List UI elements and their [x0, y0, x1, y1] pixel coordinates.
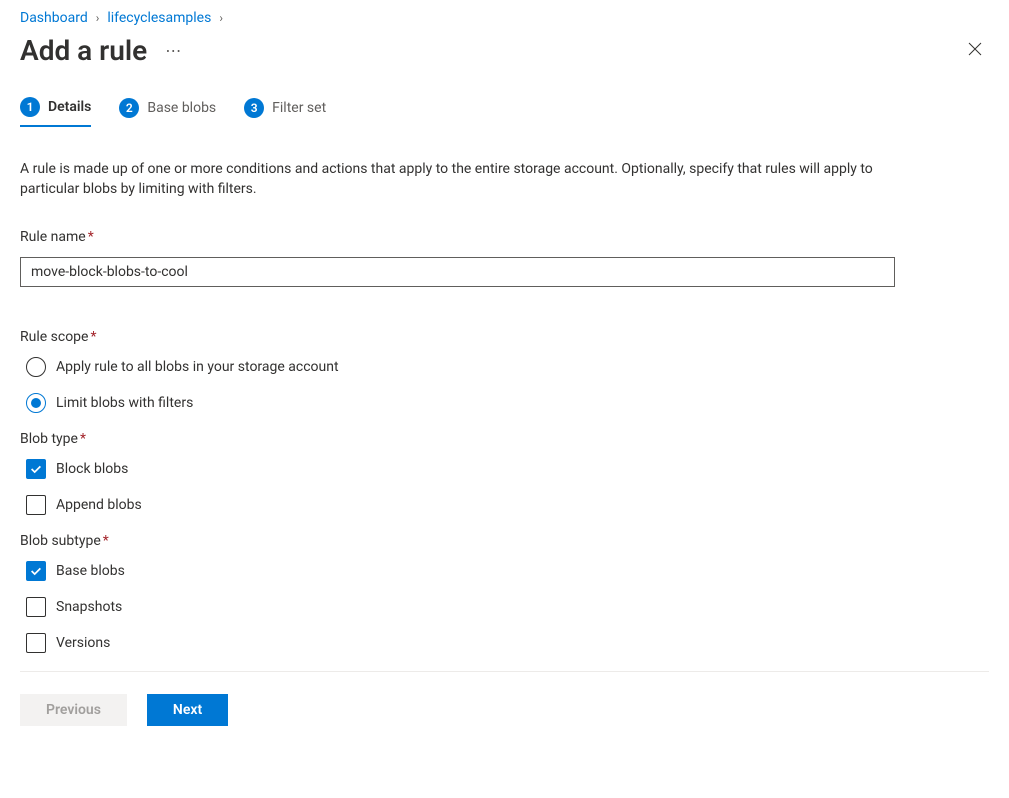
close-button[interactable]	[961, 35, 989, 67]
step-filter-set[interactable]: 3 Filter set	[244, 98, 326, 126]
rule-scope-option-all[interactable]: Apply rule to all blobs in your storage …	[26, 357, 989, 377]
radio-icon	[26, 357, 46, 377]
blob-subtype-group: Blob subtype* Base blobs Snapshots Versi…	[20, 533, 989, 653]
required-indicator: *	[88, 229, 94, 245]
blob-type-group: Blob type* Block blobs Append blobs	[20, 431, 989, 515]
rule-scope-option-filter[interactable]: Limit blobs with filters	[26, 393, 989, 413]
radio-label: Limit blobs with filters	[56, 395, 193, 411]
rule-scope-label: Rule scope*	[20, 329, 989, 345]
step-label: Base blobs	[147, 100, 216, 116]
checkbox-label: Snapshots	[56, 599, 122, 615]
required-indicator: *	[80, 431, 86, 447]
radio-icon	[26, 393, 46, 413]
radio-label: Apply rule to all blobs in your storage …	[56, 359, 339, 375]
next-button[interactable]: Next	[147, 694, 228, 726]
rule-name-group: Rule name*	[20, 229, 989, 311]
checkbox-label: Versions	[56, 635, 110, 651]
required-indicator: *	[103, 533, 109, 549]
step-label: Filter set	[272, 100, 326, 116]
checkbox-icon	[26, 561, 46, 581]
checkbox-label: Base blobs	[56, 563, 125, 579]
step-number-badge: 3	[244, 98, 264, 118]
blob-type-append[interactable]: Append blobs	[26, 495, 989, 515]
checkbox-icon	[26, 459, 46, 479]
page-header: Add a rule ⋯	[20, 34, 989, 67]
step-base-blobs[interactable]: 2 Base blobs	[119, 98, 216, 126]
breadcrumb: Dashboard › lifecyclesamples ›	[20, 10, 989, 26]
checkbox-icon	[26, 633, 46, 653]
blob-subtype-versions[interactable]: Versions	[26, 633, 989, 653]
step-label: Details	[48, 99, 91, 115]
blob-subtype-snapshots[interactable]: Snapshots	[26, 597, 989, 617]
breadcrumb-dashboard[interactable]: Dashboard	[20, 10, 88, 26]
button-row: Previous Next	[20, 694, 989, 726]
blob-subtype-label: Blob subtype*	[20, 533, 989, 549]
checkbox-icon	[26, 495, 46, 515]
divider	[20, 671, 989, 672]
blob-type-label: Blob type*	[20, 431, 989, 447]
chevron-right-icon: ›	[96, 11, 100, 25]
required-indicator: *	[90, 329, 96, 345]
close-icon	[967, 41, 983, 57]
chevron-right-icon: ›	[219, 11, 223, 25]
more-icon[interactable]: ⋯	[165, 41, 182, 60]
previous-button: Previous	[20, 694, 127, 726]
blob-type-block[interactable]: Block blobs	[26, 459, 989, 479]
page-title: Add a rule	[20, 34, 147, 67]
rule-scope-group: Rule scope* Apply rule to all blobs in y…	[20, 329, 989, 413]
wizard-stepper: 1 Details 2 Base blobs 3 Filter set	[20, 97, 989, 127]
rule-name-input[interactable]	[20, 257, 895, 287]
step-number-badge: 1	[20, 97, 40, 117]
checkbox-icon	[26, 597, 46, 617]
blob-subtype-base[interactable]: Base blobs	[26, 561, 989, 581]
step-number-badge: 2	[119, 98, 139, 118]
breadcrumb-lifecyclesamples[interactable]: lifecyclesamples	[107, 10, 211, 26]
rule-name-label: Rule name*	[20, 229, 989, 245]
description-text: A rule is made up of one or more conditi…	[20, 160, 900, 199]
checkbox-label: Append blobs	[56, 497, 142, 513]
checkbox-label: Block blobs	[56, 461, 128, 477]
step-details[interactable]: 1 Details	[20, 97, 91, 127]
